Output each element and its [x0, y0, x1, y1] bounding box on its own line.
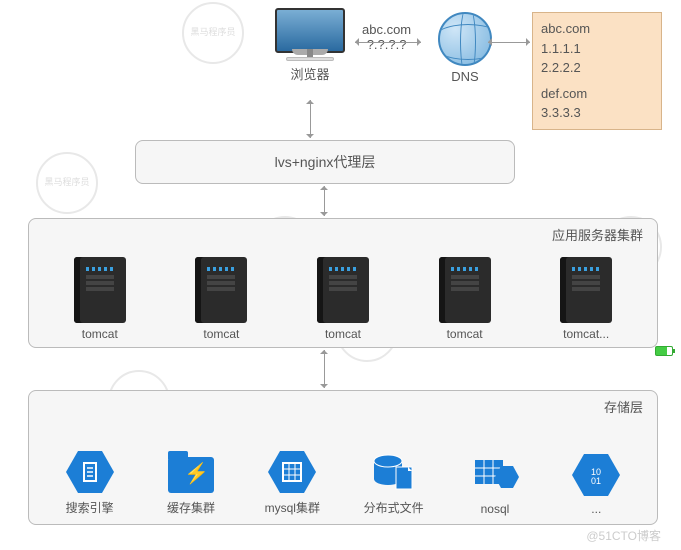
storage-label: 搜索引擎 [45, 499, 135, 516]
dns-record-domain-2: def.com [541, 84, 653, 104]
dns-record-ip-1a: 1.1.1.1 [541, 39, 653, 59]
proxy-label: lvs+nginx代理层 [275, 152, 376, 172]
dns-record-domain-1: abc.com [541, 19, 653, 39]
dns-node: DNS [420, 8, 510, 84]
storage-label: ... [551, 502, 641, 516]
arrow-dns-records [488, 42, 530, 43]
hex-table-icon [471, 454, 519, 496]
monitor-icon [275, 8, 345, 53]
browser-label: 浏览器 [265, 64, 355, 83]
storage-more: 1001 ... [551, 454, 641, 516]
server-node: tomcat [171, 257, 271, 341]
database-file-icon [372, 453, 416, 493]
watermark-logo: 黑马程序员 [36, 152, 98, 214]
monitor-stand [292, 49, 328, 55]
app-cluster-title: 应用服务器集群 [552, 225, 643, 244]
dns-records-box: abc.com 1.1.1.1 2.2.2.2 def.com 3.3.3.3 [532, 12, 662, 130]
server-node: tomcat [293, 257, 393, 341]
arrow-browser-proxy [310, 100, 311, 138]
storage-dfs: 分布式文件 [349, 449, 439, 516]
server-icon [560, 257, 612, 323]
hex-binary-icon: 1001 [572, 454, 620, 496]
server-icon [195, 257, 247, 323]
storage-nosql: nosql [450, 454, 540, 516]
server-label: tomcat [50, 327, 150, 341]
dns-record-ip-2a: 3.3.3.3 [541, 103, 653, 123]
server-node: tomcat [415, 257, 515, 341]
server-label: tomcat [171, 327, 271, 341]
storage-search: 搜索引擎 [45, 451, 135, 516]
proxy-layer: lvs+nginx代理层 [135, 140, 515, 184]
server-label: tomcat... [536, 327, 636, 341]
top-row: 浏览器 abc.com ?.?.?.? DNS abc.com 1.1.1.1 … [0, 8, 681, 118]
request-text: abc.com ?.?.?.? [362, 22, 411, 52]
arrow-app-storage [324, 350, 325, 388]
server-node: tomcat... [536, 257, 636, 341]
footer-watermark: @51CTO博客 [586, 527, 661, 544]
dns-label: DNS [420, 69, 510, 84]
svg-text:01: 01 [591, 476, 601, 486]
app-cluster: 应用服务器集群 tomcat tomcat tomcat tomcat tomc… [28, 218, 658, 348]
storage-cache: ⚡ 缓存集群 [146, 451, 236, 516]
storage-cluster-title: 存储层 [604, 397, 643, 416]
storage-cluster: 存储层 搜索引擎 ⚡ 缓存集群 mysql集群 分布式文件 nosql 1001… [28, 390, 658, 525]
server-label: tomcat [293, 327, 393, 341]
battery-icon [655, 346, 673, 356]
server-icon [74, 257, 126, 323]
arrow-proxy-app [324, 186, 325, 216]
server-icon [317, 257, 369, 323]
folder-bolt-icon: ⚡ [168, 457, 214, 493]
storage-label: 缓存集群 [146, 499, 236, 516]
request-domain: abc.com [362, 22, 411, 37]
server-label: tomcat [415, 327, 515, 341]
storage-row: 搜索引擎 ⚡ 缓存集群 mysql集群 分布式文件 nosql 1001 ... [29, 391, 657, 524]
storage-mysql: mysql集群 [247, 451, 337, 516]
storage-label: mysql集群 [247, 499, 337, 516]
server-node: tomcat [50, 257, 150, 341]
request-ip: ?.?.?.? [362, 37, 411, 52]
hex-grid-icon [268, 451, 316, 493]
storage-label: nosql [450, 502, 540, 516]
storage-label: 分布式文件 [349, 499, 439, 516]
browser-node: 浏览器 [265, 8, 355, 83]
arrow-browser-dns [355, 42, 421, 43]
keyboard-icon [286, 57, 334, 61]
server-icon [439, 257, 491, 323]
hex-doc-icon [66, 451, 114, 493]
dns-record-ip-1b: 2.2.2.2 [541, 58, 653, 78]
